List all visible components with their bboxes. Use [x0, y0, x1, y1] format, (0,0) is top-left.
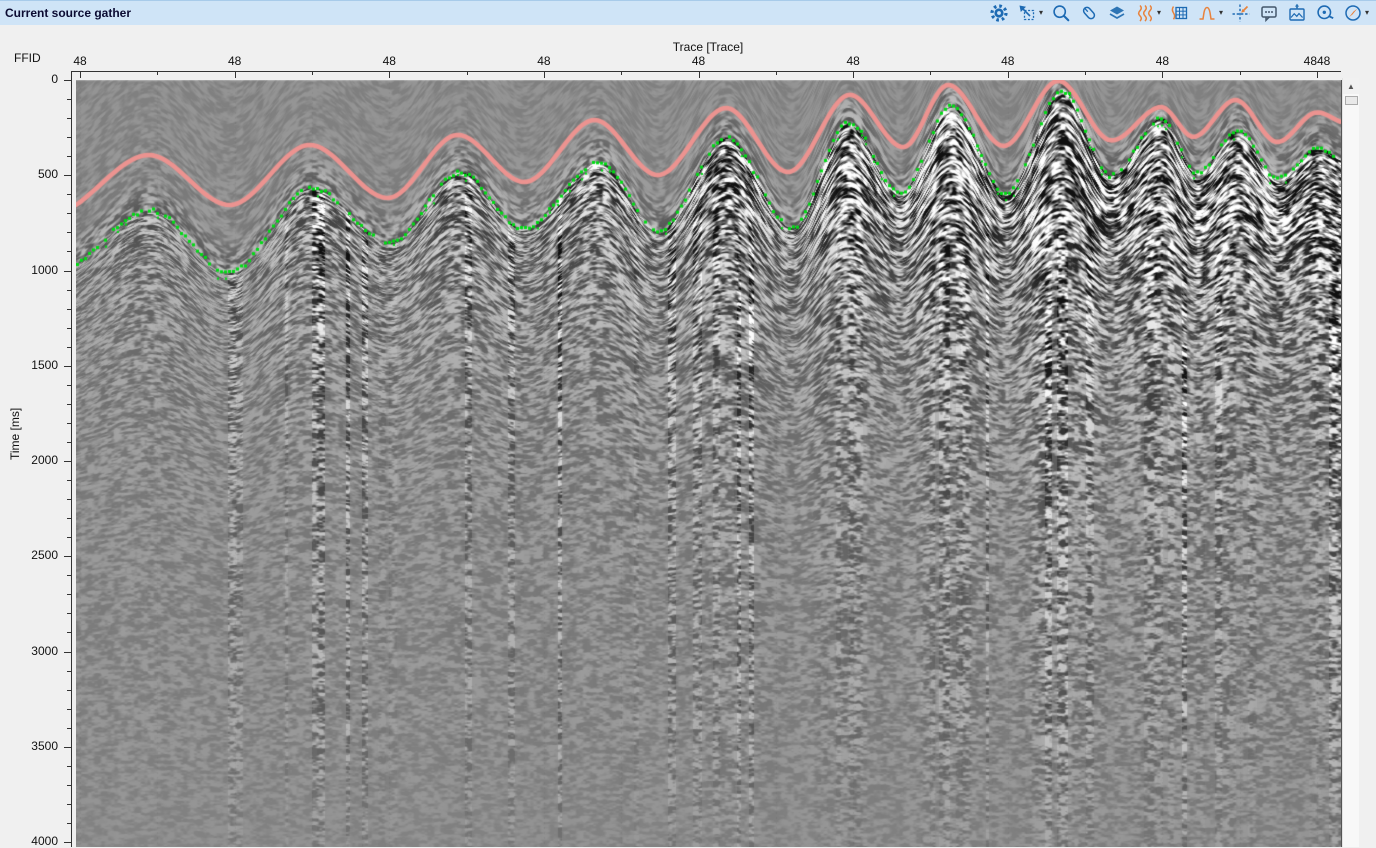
top-tick-label: 48	[692, 54, 705, 68]
top-major-tick	[80, 71, 81, 78]
spreadsheet-button[interactable]	[1165, 1, 1193, 25]
select-resize-icon	[1017, 3, 1037, 23]
seismic-gather-image[interactable]	[76, 80, 1341, 847]
zoom-button[interactable]	[1047, 1, 1075, 25]
toolbar: ▾ ▾	[985, 0, 1373, 25]
mouse-pan-button[interactable]	[1075, 1, 1103, 25]
crosshair-pick-icon	[1231, 3, 1251, 23]
amplitude-curve-button[interactable]: ▾	[1193, 1, 1227, 25]
top-tick-label: 48	[1001, 54, 1014, 68]
top-major-tick	[1317, 71, 1318, 78]
left-tick-label: 3500	[0, 739, 58, 753]
top-major-tick	[544, 71, 545, 78]
left-tick-label: 0	[0, 72, 58, 86]
left-tick-label: 4000	[0, 834, 58, 848]
left-axis-line	[71, 71, 72, 847]
comment-button[interactable]	[1255, 1, 1283, 25]
comment-icon	[1259, 3, 1279, 23]
top-major-tick	[1008, 71, 1009, 78]
top-tick-label: 48	[383, 54, 396, 68]
spreadsheet-icon	[1169, 3, 1189, 23]
top-major-tick	[853, 71, 854, 78]
top-tick-label: 48	[537, 54, 550, 68]
top-tick-label: 48	[73, 54, 86, 68]
left-tick-label: 2000	[0, 453, 58, 467]
top-major-tick	[1162, 71, 1163, 78]
left-tick-label: 3000	[0, 644, 58, 658]
export-image-icon	[1287, 3, 1307, 23]
top-tick-label: 48	[846, 54, 859, 68]
left-tick-label: 1500	[0, 358, 58, 372]
zoom-icon	[1051, 3, 1071, 23]
vertical-scrollbar[interactable]: ▲	[1342, 78, 1359, 847]
corner-label-ffid: FFID	[14, 51, 41, 65]
wiggle-display-icon	[1135, 3, 1155, 23]
layers-button[interactable]	[1103, 1, 1131, 25]
dropdown-arrow-icon[interactable]: ▾	[1039, 9, 1043, 17]
scroll-up-arrow-icon: ▲	[1347, 82, 1355, 91]
top-major-tick	[389, 71, 390, 78]
dropdown-arrow-icon[interactable]: ▾	[1219, 9, 1223, 17]
tape-measure-icon	[1315, 3, 1335, 23]
crosshair-pick-button[interactable]	[1227, 1, 1255, 25]
left-tick-label: 500	[0, 167, 58, 181]
select-resize-button[interactable]: ▾	[1013, 1, 1047, 25]
scroll-up-button[interactable]: ▲	[1343, 78, 1359, 94]
panel-title: Current source gather	[5, 6, 131, 20]
top-major-tick	[235, 71, 236, 78]
top-axis-title: Trace [Trace]	[673, 40, 743, 54]
top-axis-line	[71, 71, 1341, 72]
top-tick-label: 48	[228, 54, 241, 68]
dropdown-arrow-icon[interactable]: ▾	[1365, 9, 1369, 17]
compass-icon	[1343, 3, 1363, 23]
left-tick-label: 2500	[0, 548, 58, 562]
export-image-button[interactable]	[1283, 1, 1311, 25]
top-tick-label: 48	[1156, 54, 1169, 68]
dropdown-arrow-icon[interactable]: ▾	[1157, 9, 1161, 17]
top-major-tick	[699, 71, 700, 78]
scrollbar-thumb[interactable]	[1345, 96, 1358, 105]
left-tick-label: 1000	[0, 263, 58, 277]
layers-icon	[1107, 3, 1127, 23]
settings-gear-button[interactable]	[985, 1, 1013, 25]
compass-button[interactable]: ▾	[1339, 1, 1373, 25]
wiggle-display-button[interactable]: ▾	[1131, 1, 1165, 25]
tape-measure-button[interactable]	[1311, 1, 1339, 25]
settings-gear-icon	[989, 3, 1009, 23]
amplitude-curve-icon	[1197, 3, 1217, 23]
mouse-pan-icon	[1079, 3, 1099, 23]
top-tick-label: 4848	[1304, 54, 1331, 68]
